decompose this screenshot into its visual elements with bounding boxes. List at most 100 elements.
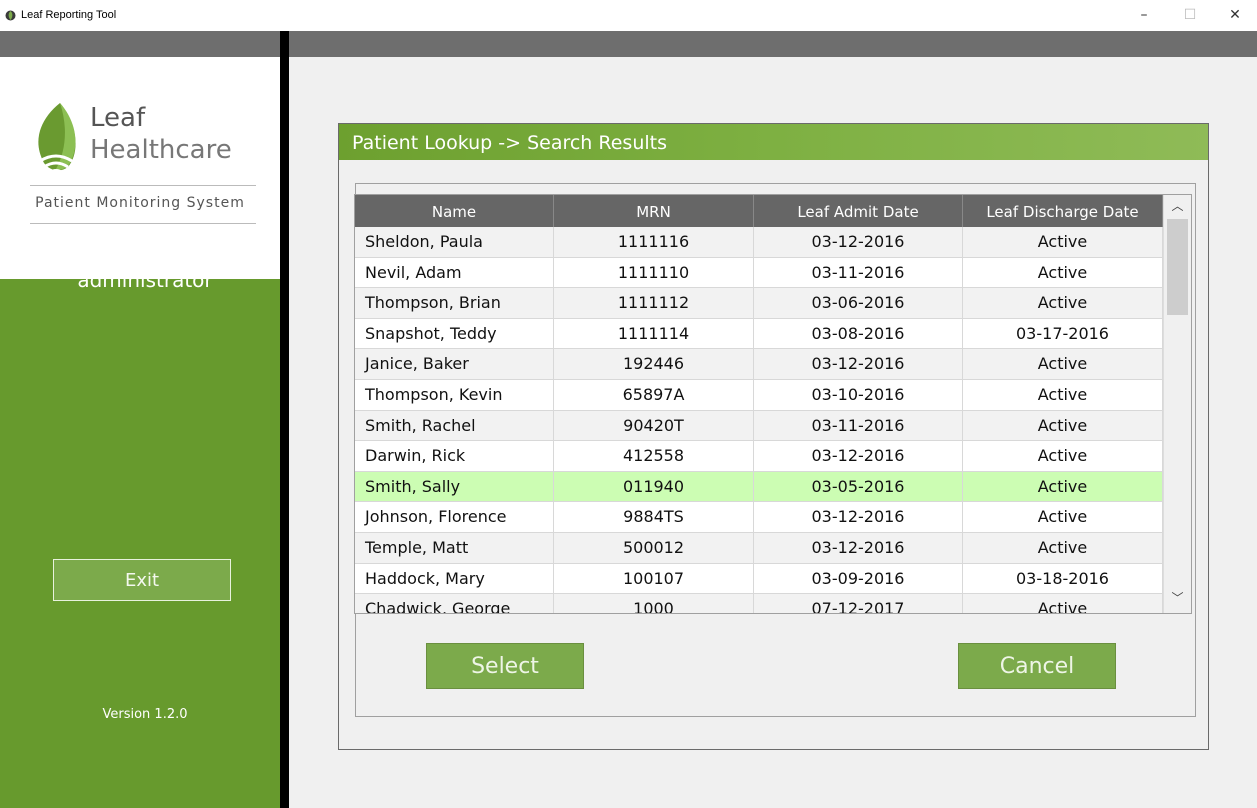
cell-mrn: 90420T bbox=[554, 410, 754, 441]
cell-discharge: Active bbox=[963, 594, 1163, 613]
cell-name: Janice, Baker bbox=[355, 349, 554, 379]
table-row[interactable]: Smith, Rachel 90420T 03-11-2016 Active bbox=[355, 410, 1163, 442]
cell-admit: 03-12-2016 bbox=[754, 227, 963, 257]
cell-mrn: 100107 bbox=[554, 563, 754, 594]
cell-admit: 03-09-2016 bbox=[754, 563, 963, 594]
cell-admit: 03-12-2016 bbox=[754, 349, 963, 379]
top-band bbox=[0, 31, 1257, 57]
cell-discharge: Active bbox=[963, 502, 1163, 532]
scroll-up-arrow-icon[interactable]: ︿ bbox=[1164, 195, 1191, 217]
divider bbox=[30, 185, 256, 186]
vertical-scrollbar[interactable]: ︿ ﹀ bbox=[1163, 195, 1191, 613]
table-row[interactable]: Temple, Matt 500012 03-12-2016 Active bbox=[355, 532, 1163, 564]
cancel-button[interactable]: Cancel bbox=[958, 643, 1116, 689]
cell-name: Chadwick, George bbox=[355, 594, 554, 613]
cell-mrn: 1111116 bbox=[554, 227, 754, 257]
cell-discharge: Active bbox=[963, 349, 1163, 379]
brand-name: Leaf bbox=[90, 103, 146, 133]
select-button[interactable]: Select bbox=[426, 643, 584, 689]
table-header: Name MRN Leaf Admit Date Leaf Discharge … bbox=[355, 195, 1163, 227]
cell-mrn: 192446 bbox=[554, 349, 754, 379]
cell-name: Smith, Rachel bbox=[355, 410, 554, 441]
table-body: Sheldon, Paula 1111116 03-12-2016 Active Nev… bbox=[355, 227, 1163, 613]
user-area bbox=[0, 279, 280, 808]
cell-admit: 03-12-2016 bbox=[754, 502, 963, 532]
close-button[interactable]: ✕ bbox=[1212, 0, 1257, 31]
table-row[interactable]: Thompson, Brian 1111112 03-06-2016 Active bbox=[355, 288, 1163, 319]
table-row[interactable]: Snapshot, Teddy 1111114 03-08-2016 03-17-20… bbox=[355, 318, 1163, 350]
cell-discharge: Active bbox=[963, 257, 1163, 288]
exit-button[interactable]: Exit bbox=[53, 559, 231, 601]
table-row[interactable]: Janice, Baker 192446 03-12-2016 Active bbox=[355, 349, 1163, 380]
brand-subname: Healthcare bbox=[90, 135, 232, 165]
cell-discharge: Active bbox=[963, 471, 1163, 502]
cell-admit: 03-11-2016 bbox=[754, 410, 963, 441]
column-header-discharge-date[interactable]: Leaf Discharge Date bbox=[963, 195, 1163, 227]
cell-discharge: Active bbox=[963, 441, 1163, 471]
cell-admit: 03-05-2016 bbox=[754, 471, 963, 502]
cell-mrn: 1000 bbox=[554, 594, 754, 613]
cell-name: Sheldon, Paula bbox=[355, 227, 554, 257]
title-bar: Leaf Reporting Tool – ☐ ✕ bbox=[0, 0, 1257, 31]
table-row[interactable]: Smith, Sally 011940 03-05-2016 Active bbox=[355, 471, 1163, 503]
cell-name: Smith, Sally bbox=[355, 471, 554, 502]
maximize-button[interactable]: ☐ bbox=[1167, 0, 1213, 31]
scroll-thumb[interactable] bbox=[1167, 219, 1188, 315]
cell-name: Thompson, Brian bbox=[355, 288, 554, 318]
cell-discharge: Active bbox=[963, 532, 1163, 563]
cell-mrn: 1111110 bbox=[554, 257, 754, 288]
table-row[interactable]: Nevil, Adam 1111110 03-11-2016 Active bbox=[355, 257, 1163, 289]
cell-admit: 03-12-2016 bbox=[754, 532, 963, 563]
cell-mrn: 500012 bbox=[554, 532, 754, 563]
cell-name: Haddock, Mary bbox=[355, 563, 554, 594]
cell-mrn: 412558 bbox=[554, 441, 754, 471]
sidebar: Leaf Healthcare Patient Monitoring Syste… bbox=[0, 57, 280, 808]
cell-discharge: Active bbox=[963, 288, 1163, 318]
cell-discharge: 03-17-2016 bbox=[963, 318, 1163, 349]
cell-admit: 07-12-2017 bbox=[754, 594, 963, 613]
window-title: Leaf Reporting Tool bbox=[21, 9, 117, 21]
cell-name: Thompson, Kevin bbox=[355, 379, 554, 410]
cell-admit: 03-10-2016 bbox=[754, 379, 963, 410]
username-label: administrator bbox=[77, 268, 213, 292]
cell-mrn: 1111114 bbox=[554, 318, 754, 349]
cell-name: Johnson, Florence bbox=[355, 502, 554, 532]
cell-discharge: Active bbox=[963, 379, 1163, 410]
cell-discharge: Active bbox=[963, 227, 1163, 257]
leaf-logo-icon bbox=[38, 103, 76, 175]
cell-mrn: 9884TS bbox=[554, 502, 754, 532]
column-header-admit-date[interactable]: Leaf Admit Date bbox=[754, 195, 963, 227]
tagline: Patient Monitoring System bbox=[35, 195, 245, 211]
cell-mrn: 65897A bbox=[554, 379, 754, 410]
table-row[interactable]: Haddock, Mary 100107 03-09-2016 03-18-2016 bbox=[355, 563, 1163, 595]
cell-admit: 03-12-2016 bbox=[754, 441, 963, 471]
panel-title: Patient Lookup -> Search Results bbox=[352, 132, 667, 154]
cell-admit: 03-11-2016 bbox=[754, 257, 963, 288]
cell-mrn: 011940 bbox=[554, 471, 754, 502]
panel-header: Patient Lookup -> Search Results bbox=[339, 124, 1208, 160]
cell-admit: 03-08-2016 bbox=[754, 318, 963, 349]
divider bbox=[30, 223, 256, 224]
column-header-name[interactable]: Name bbox=[355, 195, 554, 227]
leaf-icon bbox=[5, 10, 16, 21]
table-row[interactable]: Chadwick, George 1000 07-12-2017 Active bbox=[355, 594, 1163, 613]
cell-discharge: 03-18-2016 bbox=[963, 563, 1163, 594]
cell-discharge: Active bbox=[963, 410, 1163, 441]
minimize-button[interactable]: – bbox=[1121, 0, 1167, 31]
vertical-divider bbox=[280, 31, 289, 808]
table-row[interactable]: Darwin, Rick 412558 03-12-2016 Active bbox=[355, 441, 1163, 472]
cell-admit: 03-06-2016 bbox=[754, 288, 963, 318]
cell-name: Darwin, Rick bbox=[355, 441, 554, 471]
cell-name: Temple, Matt bbox=[355, 532, 554, 563]
scroll-down-arrow-icon[interactable]: ﹀ bbox=[1164, 587, 1191, 609]
cell-mrn: 1111112 bbox=[554, 288, 754, 318]
table-row[interactable]: Thompson, Kevin 65897A 03-10-2016 Active bbox=[355, 379, 1163, 411]
version-label: Version 1.2.0 bbox=[102, 707, 188, 722]
cell-name: Snapshot, Teddy bbox=[355, 318, 554, 349]
cell-name: Nevil, Adam bbox=[355, 257, 554, 288]
table-row[interactable]: Johnson, Florence 9884TS 03-12-2016 Active bbox=[355, 502, 1163, 533]
table-row[interactable]: Sheldon, Paula 1111116 03-12-2016 Active bbox=[355, 227, 1163, 258]
brand-area: Leaf Healthcare Patient Monitoring Syste… bbox=[0, 57, 280, 279]
results-table: Name MRN Leaf Admit Date Leaf Discharge … bbox=[354, 194, 1192, 614]
column-header-mrn[interactable]: MRN bbox=[554, 195, 754, 227]
